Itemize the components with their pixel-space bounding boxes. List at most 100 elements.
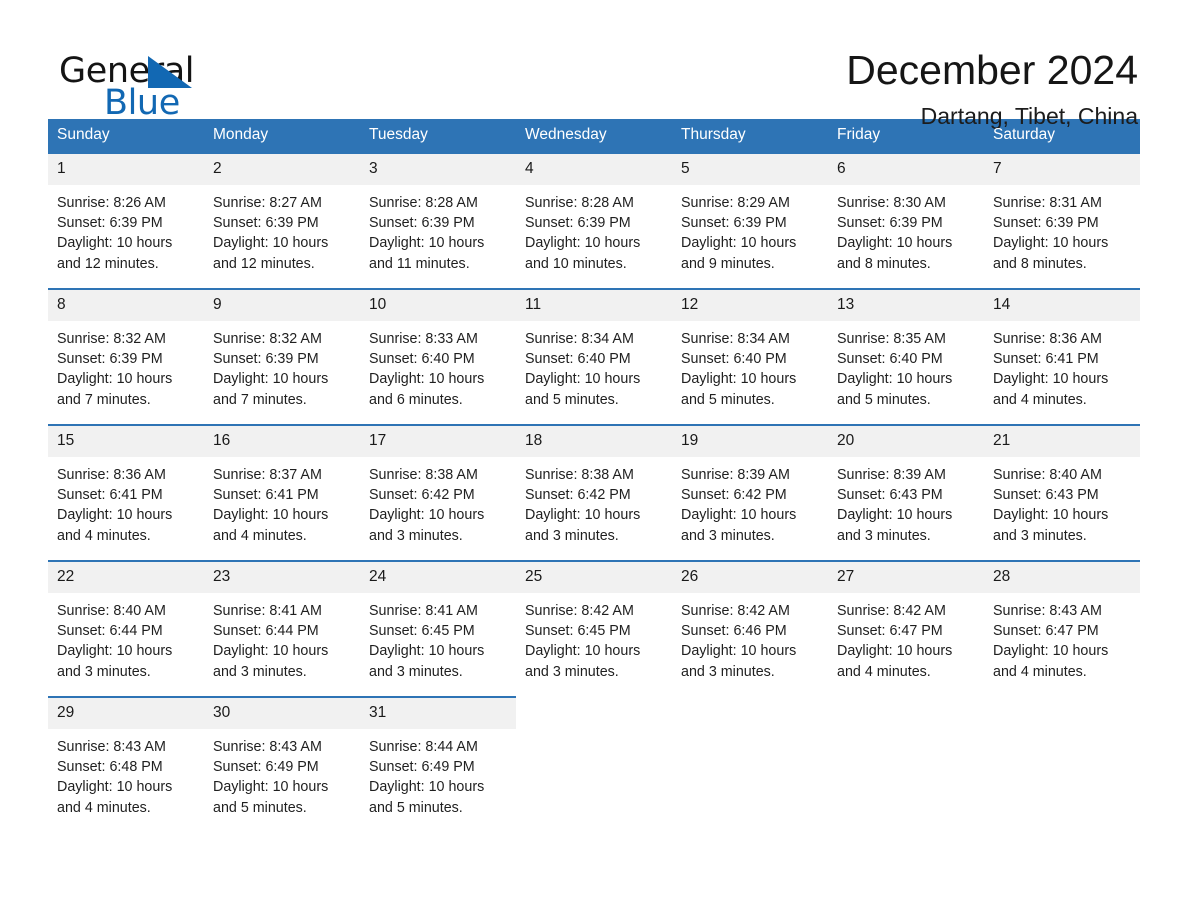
calendar-day-cell[interactable]: 13 Sunrise: 8:35 AM Sunset: 6:40 PM Dayligh…: [828, 288, 984, 425]
calendar-day-cell[interactable]: 14 Sunrise: 8:36 AM Sunset: 6:41 PM Dayligh…: [984, 288, 1140, 425]
calendar-day-cell[interactable]: 8 Sunrise: 8:32 AM Sunset: 6:39 PM Daylight…: [48, 288, 204, 425]
daylight-duration-line2: and 5 minutes.: [837, 391, 931, 408]
day-number: 27: [828, 562, 984, 593]
calendar-day-cell[interactable]: 28 Sunrise: 8:43 AM Sunset: 6:47 PM Dayligh…: [984, 560, 1140, 697]
day-cell-inner: 30 Sunrise: 8:43 AM Sunset: 6:49 PM Dayligh…: [204, 698, 360, 826]
sunset-time: Sunset: 6:48 PM: [57, 759, 163, 776]
day-details: Sunrise: 8:43 AM Sunset: 6:48 PM Daylight:…: [48, 729, 204, 818]
sunset-time: Sunset: 6:49 PM: [213, 759, 319, 776]
day-cell-inner: 12 Sunrise: 8:34 AM Sunset: 6:40 PM Dayligh…: [672, 290, 828, 424]
calendar-day-cell[interactable]: 5 Sunrise: 8:29 AM Sunset: 6:39 PM Daylight…: [672, 152, 828, 289]
calendar-day-cell[interactable]: 4 Sunrise: 8:28 AM Sunset: 6:39 PM Daylight…: [516, 152, 672, 289]
daylight-duration-line1: Daylight: 10 hours: [57, 779, 173, 796]
calendar-day-cell[interactable]: 6 Sunrise: 8:30 AM Sunset: 6:39 PM Daylight…: [828, 152, 984, 289]
calendar-day-cell[interactable]: 23 Sunrise: 8:41 AM Sunset: 6:44 PM Dayligh…: [204, 560, 360, 697]
daylight-duration-line1: Daylight: 10 hours: [837, 371, 953, 388]
daylight-duration-line2: and 3 minutes.: [369, 527, 463, 544]
daylight-duration-line2: and 3 minutes.: [993, 527, 1087, 544]
sunset-time: Sunset: 6:39 PM: [837, 215, 943, 232]
daylight-duration-line1: Daylight: 10 hours: [57, 643, 173, 660]
daylight-duration-line2: and 6 minutes.: [369, 391, 463, 408]
day-details: Sunrise: 8:30 AM Sunset: 6:39 PM Daylight:…: [828, 185, 984, 274]
day-number: 12: [672, 290, 828, 321]
sunset-time: Sunset: 6:40 PM: [837, 351, 943, 368]
daylight-duration-line1: Daylight: 10 hours: [993, 235, 1109, 252]
daylight-duration-line1: Daylight: 10 hours: [57, 507, 173, 524]
calendar-day-cell[interactable]: 3 Sunrise: 8:28 AM Sunset: 6:39 PM Daylight…: [360, 152, 516, 289]
calendar-day-cell[interactable]: 10 Sunrise: 8:33 AM Sunset: 6:40 PM Dayligh…: [360, 288, 516, 425]
weekday-header-sunday: Sunday: [48, 119, 204, 153]
day-cell-inner: 14 Sunrise: 8:36 AM Sunset: 6:41 PM Dayligh…: [984, 290, 1140, 424]
daylight-duration-line1: Daylight: 10 hours: [525, 643, 641, 660]
day-cell-inner: 13 Sunrise: 8:35 AM Sunset: 6:40 PM Dayligh…: [828, 290, 984, 424]
sunrise-time: Sunrise: 8:39 AM: [837, 467, 946, 483]
day-details: Sunrise: 8:34 AM Sunset: 6:40 PM Daylight:…: [516, 321, 672, 410]
calendar-week-row: 15 Sunrise: 8:36 AM Sunset: 6:41 PM Dayligh…: [48, 424, 1140, 561]
calendar-cell-empty: [516, 697, 672, 826]
daylight-duration-line1: Daylight: 10 hours: [369, 235, 485, 252]
calendar-day-cell[interactable]: 25 Sunrise: 8:42 AM Sunset: 6:45 PM Dayligh…: [516, 560, 672, 697]
generalblue-logo[interactable]: General Blue: [48, 46, 228, 124]
calendar-day-cell[interactable]: 2 Sunrise: 8:27 AM Sunset: 6:39 PM Daylight…: [204, 152, 360, 289]
daylight-duration-line1: Daylight: 10 hours: [369, 643, 485, 660]
daylight-duration-line2: and 3 minutes.: [525, 663, 619, 680]
calendar-day-cell[interactable]: 18 Sunrise: 8:38 AM Sunset: 6:42 PM Dayligh…: [516, 424, 672, 561]
day-cell-inner: 19 Sunrise: 8:39 AM Sunset: 6:42 PM Dayligh…: [672, 426, 828, 560]
day-details: Sunrise: 8:41 AM Sunset: 6:44 PM Daylight:…: [204, 593, 360, 682]
calendar-day-cell[interactable]: 20 Sunrise: 8:39 AM Sunset: 6:43 PM Dayligh…: [828, 424, 984, 561]
calendar-day-cell[interactable]: 1 Sunrise: 8:26 AM Sunset: 6:39 PM Daylight…: [48, 152, 204, 289]
day-details: Sunrise: 8:36 AM Sunset: 6:41 PM Daylight:…: [984, 321, 1140, 410]
weekday-header-wednesday: Wednesday: [516, 119, 672, 153]
day-cell-inner: 18 Sunrise: 8:38 AM Sunset: 6:42 PM Dayligh…: [516, 426, 672, 560]
sunset-time: Sunset: 6:39 PM: [525, 215, 631, 232]
daylight-duration-line1: Daylight: 10 hours: [57, 235, 173, 252]
day-details: Sunrise: 8:44 AM Sunset: 6:49 PM Daylight:…: [360, 729, 516, 818]
day-cell-inner: 8 Sunrise: 8:32 AM Sunset: 6:39 PM Daylight…: [48, 290, 204, 424]
daylight-duration-line1: Daylight: 10 hours: [837, 507, 953, 524]
sunrise-time: Sunrise: 8:43 AM: [213, 739, 322, 755]
calendar-day-cell[interactable]: 17 Sunrise: 8:38 AM Sunset: 6:42 PM Dayligh…: [360, 424, 516, 561]
sunrise-time: Sunrise: 8:36 AM: [57, 467, 166, 483]
calendar-day-cell[interactable]: 19 Sunrise: 8:39 AM Sunset: 6:42 PM Dayligh…: [672, 424, 828, 561]
calendar-day-cell[interactable]: 27 Sunrise: 8:42 AM Sunset: 6:47 PM Dayligh…: [828, 560, 984, 697]
day-details: Sunrise: 8:32 AM Sunset: 6:39 PM Daylight:…: [48, 321, 204, 410]
calendar-week-row: 8 Sunrise: 8:32 AM Sunset: 6:39 PM Daylight…: [48, 288, 1140, 425]
calendar-day-cell[interactable]: 26 Sunrise: 8:42 AM Sunset: 6:46 PM Dayligh…: [672, 560, 828, 697]
calendar-day-cell[interactable]: 11 Sunrise: 8:34 AM Sunset: 6:40 PM Dayligh…: [516, 288, 672, 425]
calendar-day-cell[interactable]: 24 Sunrise: 8:41 AM Sunset: 6:45 PM Dayligh…: [360, 560, 516, 697]
calendar-day-cell[interactable]: 31 Sunrise: 8:44 AM Sunset: 6:49 PM Dayligh…: [360, 696, 516, 826]
day-cell-inner: 31 Sunrise: 8:44 AM Sunset: 6:49 PM Dayligh…: [360, 698, 516, 826]
calendar-cell-empty: [984, 697, 1140, 826]
sunset-time: Sunset: 6:47 PM: [993, 623, 1099, 640]
daylight-duration-line1: Daylight: 10 hours: [525, 371, 641, 388]
sunset-time: Sunset: 6:44 PM: [57, 623, 163, 640]
sunset-time: Sunset: 6:40 PM: [681, 351, 787, 368]
daylight-duration-line1: Daylight: 10 hours: [681, 643, 797, 660]
sunrise-time: Sunrise: 8:30 AM: [837, 195, 946, 211]
day-details: Sunrise: 8:42 AM Sunset: 6:46 PM Daylight:…: [672, 593, 828, 682]
calendar-day-cell[interactable]: 15 Sunrise: 8:36 AM Sunset: 6:41 PM Dayligh…: [48, 424, 204, 561]
daylight-duration-line1: Daylight: 10 hours: [993, 371, 1109, 388]
calendar-day-cell[interactable]: 21 Sunrise: 8:40 AM Sunset: 6:43 PM Dayligh…: [984, 424, 1140, 561]
calendar-week-row: 29 Sunrise: 8:43 AM Sunset: 6:48 PM Dayligh…: [48, 696, 1140, 826]
sunrise-time: Sunrise: 8:32 AM: [57, 331, 166, 347]
day-cell-inner: 20 Sunrise: 8:39 AM Sunset: 6:43 PM Dayligh…: [828, 426, 984, 560]
day-details: Sunrise: 8:41 AM Sunset: 6:45 PM Daylight:…: [360, 593, 516, 682]
calendar-day-cell[interactable]: 29 Sunrise: 8:43 AM Sunset: 6:48 PM Dayligh…: [48, 696, 204, 826]
title-block: December 2024 Dartang, Tibet, China: [846, 46, 1140, 131]
daylight-duration-line2: and 3 minutes.: [369, 663, 463, 680]
calendar-day-cell[interactable]: 30 Sunrise: 8:43 AM Sunset: 6:49 PM Dayligh…: [204, 696, 360, 826]
calendar-day-cell[interactable]: 7 Sunrise: 8:31 AM Sunset: 6:39 PM Daylight…: [984, 152, 1140, 289]
calendar-day-cell[interactable]: 22 Sunrise: 8:40 AM Sunset: 6:44 PM Dayligh…: [48, 560, 204, 697]
calendar-day-cell[interactable]: 9 Sunrise: 8:32 AM Sunset: 6:39 PM Daylight…: [204, 288, 360, 425]
calendar-day-cell[interactable]: 16 Sunrise: 8:37 AM Sunset: 6:41 PM Dayligh…: [204, 424, 360, 561]
day-cell-inner: 22 Sunrise: 8:40 AM Sunset: 6:44 PM Dayligh…: [48, 562, 204, 696]
day-number: 18: [516, 426, 672, 457]
daylight-duration-line1: Daylight: 10 hours: [681, 371, 797, 388]
sunrise-time: Sunrise: 8:42 AM: [525, 603, 634, 619]
day-cell-inner: 28 Sunrise: 8:43 AM Sunset: 6:47 PM Dayligh…: [984, 562, 1140, 697]
daylight-duration-line2: and 10 minutes.: [525, 255, 627, 272]
day-cell-inner: 9 Sunrise: 8:32 AM Sunset: 6:39 PM Daylight…: [204, 290, 360, 424]
calendar-day-cell[interactable]: 12 Sunrise: 8:34 AM Sunset: 6:40 PM Dayligh…: [672, 288, 828, 425]
calendar-cell-empty: [672, 697, 828, 826]
